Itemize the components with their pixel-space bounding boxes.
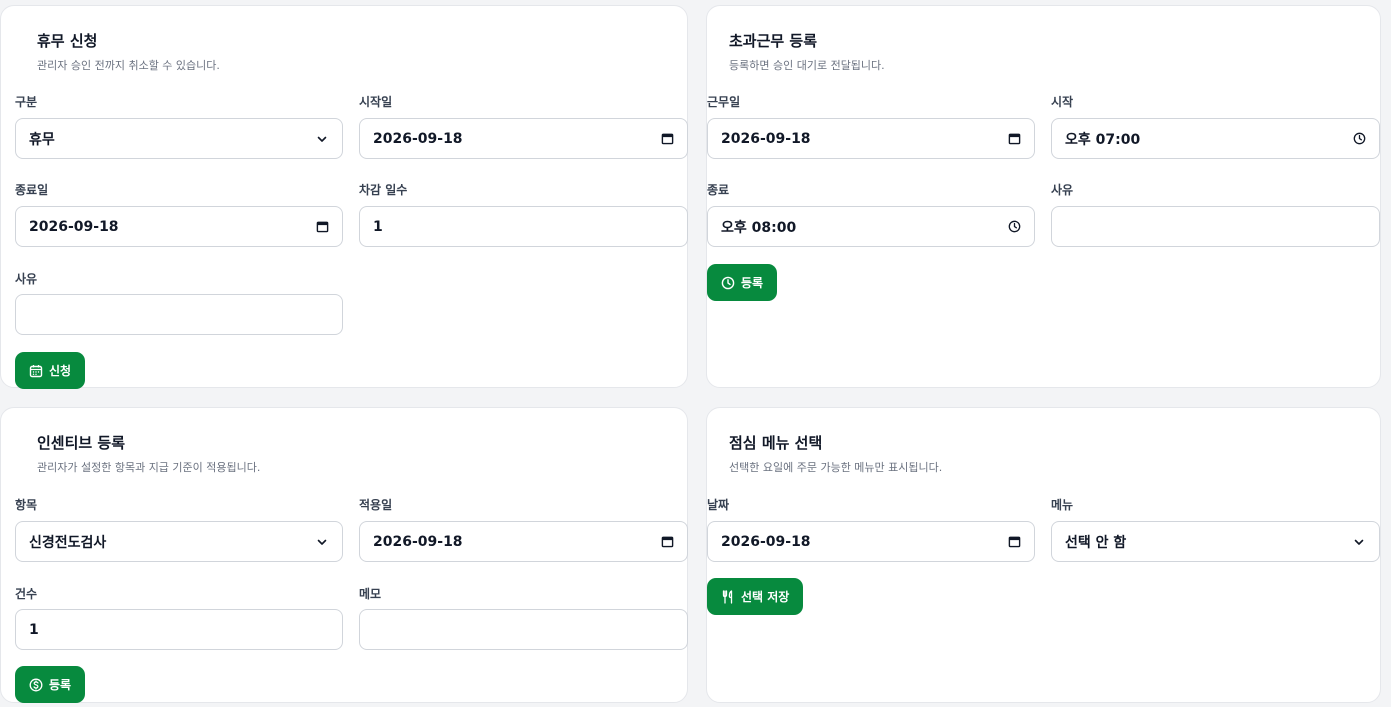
- leave-submit-button[interactable]: 신청: [15, 352, 86, 389]
- leave-card-title: 휴무 신청: [37, 32, 98, 50]
- overtime-date-input[interactable]: 2026-09-18: [707, 118, 1035, 159]
- calendar-icon[interactable]: [1007, 132, 1021, 146]
- incentive-item-label: 항목: [15, 498, 38, 512]
- leave-start-label: 시작일: [359, 95, 393, 109]
- incentive-count-input[interactable]: 1: [15, 609, 343, 650]
- overtime-date-label: 근무일: [707, 95, 741, 109]
- leave-end-label: 종료일: [15, 183, 49, 197]
- leave-start-value: 2026-09-18: [373, 130, 463, 147]
- incentive-submit-button[interactable]: 등록: [15, 666, 86, 703]
- incentive-memo-input[interactable]: [359, 609, 688, 650]
- calendar-icon[interactable]: [1007, 535, 1021, 549]
- incentive-item-select[interactable]: 신경전도검사: [15, 521, 343, 562]
- chevron-down-icon: [315, 535, 329, 549]
- incentive-card: 인센티브 등록 관리자가 설정한 항목과 지급 기준이 적용됩니다. 항목 신경…: [0, 407, 688, 703]
- overtime-card-title: 초과근무 등록: [729, 32, 818, 50]
- leave-days-label: 차감 일수: [359, 183, 408, 197]
- incentive-date-input[interactable]: 2026-09-18: [359, 521, 688, 562]
- calendar-icon[interactable]: [660, 535, 674, 549]
- clock-icon[interactable]: [1007, 220, 1021, 234]
- overtime-end-value: 오후 08:00: [721, 219, 797, 236]
- overtime-card-subtitle: 등록하면 승인 대기로 전달됩니다.: [729, 59, 885, 72]
- clock-icon[interactable]: [1352, 132, 1366, 146]
- lunch-menu-label: 메뉴: [1051, 498, 1074, 512]
- lunch-card-subtitle: 선택한 요일에 주문 가능한 메뉴만 표시됩니다.: [729, 461, 943, 474]
- overtime-submit-button[interactable]: 등록: [707, 264, 778, 301]
- incentive-item-value: 신경전도검사: [29, 534, 107, 551]
- leave-days-value: 1: [373, 218, 383, 235]
- incentive-count-value: 1: [29, 621, 39, 638]
- lunch-submit-label: 선택 저장: [741, 590, 790, 604]
- calendar-icon[interactable]: [315, 220, 329, 234]
- incentive-card-title: 인센티브 등록: [37, 434, 126, 452]
- overtime-start-time-input[interactable]: 오후 07:00: [1051, 118, 1380, 159]
- lunch-date-value: 2026-09-18: [721, 533, 811, 550]
- lunch-card-title: 점심 메뉴 선택: [729, 434, 823, 452]
- leave-type-label: 구분: [15, 95, 38, 109]
- clock-icon: [721, 276, 735, 290]
- lunch-date-input[interactable]: 2026-09-18: [707, 521, 1035, 562]
- lunch-menu-select[interactable]: 선택 안 함: [1051, 521, 1380, 562]
- overtime-end-label: 종료: [707, 183, 730, 197]
- overtime-end-time-input[interactable]: 오후 08:00: [707, 206, 1035, 247]
- incentive-submit-label: 등록: [49, 678, 72, 692]
- leave-end-date-input[interactable]: 2026-09-18: [15, 206, 343, 247]
- calendar-icon: [29, 364, 43, 378]
- overtime-start-value: 오후 07:00: [1065, 131, 1141, 148]
- overtime-submit-label: 등록: [741, 276, 764, 290]
- leave-end-value: 2026-09-18: [29, 218, 119, 235]
- overtime-reason-label: 사유: [1051, 183, 1074, 197]
- overtime-date-value: 2026-09-18: [721, 130, 811, 147]
- overtime-card: 초과근무 등록 등록하면 승인 대기로 전달됩니다. 근무일 2026-09-1…: [706, 5, 1381, 388]
- lunch-submit-button[interactable]: 선택 저장: [707, 578, 804, 615]
- leave-type-select[interactable]: 휴무: [15, 118, 343, 159]
- chevron-down-icon: [1352, 535, 1366, 549]
- lunch-menu-card: 점심 메뉴 선택 선택한 요일에 주문 가능한 메뉴만 표시됩니다. 날짜 20…: [706, 407, 1381, 703]
- leave-days-input[interactable]: 1: [359, 206, 688, 247]
- leave-reason-label: 사유: [15, 272, 38, 286]
- leave-reason-input[interactable]: [15, 294, 343, 335]
- lunch-menu-value: 선택 안 함: [1065, 534, 1127, 551]
- leave-start-date-input[interactable]: 2026-09-18: [359, 118, 688, 159]
- incentive-count-label: 건수: [15, 587, 38, 601]
- calendar-icon[interactable]: [660, 132, 674, 146]
- overtime-reason-input[interactable]: [1051, 206, 1380, 247]
- leave-card-subtitle: 관리자 승인 전까지 취소할 수 있습니다.: [37, 59, 220, 72]
- utensils-icon: [721, 589, 735, 604]
- leave-type-value: 휴무: [29, 131, 55, 148]
- leave-request-card: 휴무 신청 관리자 승인 전까지 취소할 수 있습니다. 구분 휴무 시작일 2…: [0, 5, 688, 389]
- incentive-card-subtitle: 관리자가 설정한 항목과 지급 기준이 적용됩니다.: [37, 461, 261, 474]
- incentive-memo-label: 메모: [359, 587, 382, 601]
- incentive-date-label: 적용일: [359, 498, 393, 512]
- incentive-date-value: 2026-09-18: [373, 533, 463, 550]
- lunch-date-label: 날짜: [707, 498, 730, 512]
- chevron-down-icon: [315, 132, 329, 146]
- dollar-icon: [29, 678, 43, 692]
- leave-submit-label: 신청: [49, 364, 72, 378]
- overtime-start-label: 시작: [1051, 95, 1074, 109]
